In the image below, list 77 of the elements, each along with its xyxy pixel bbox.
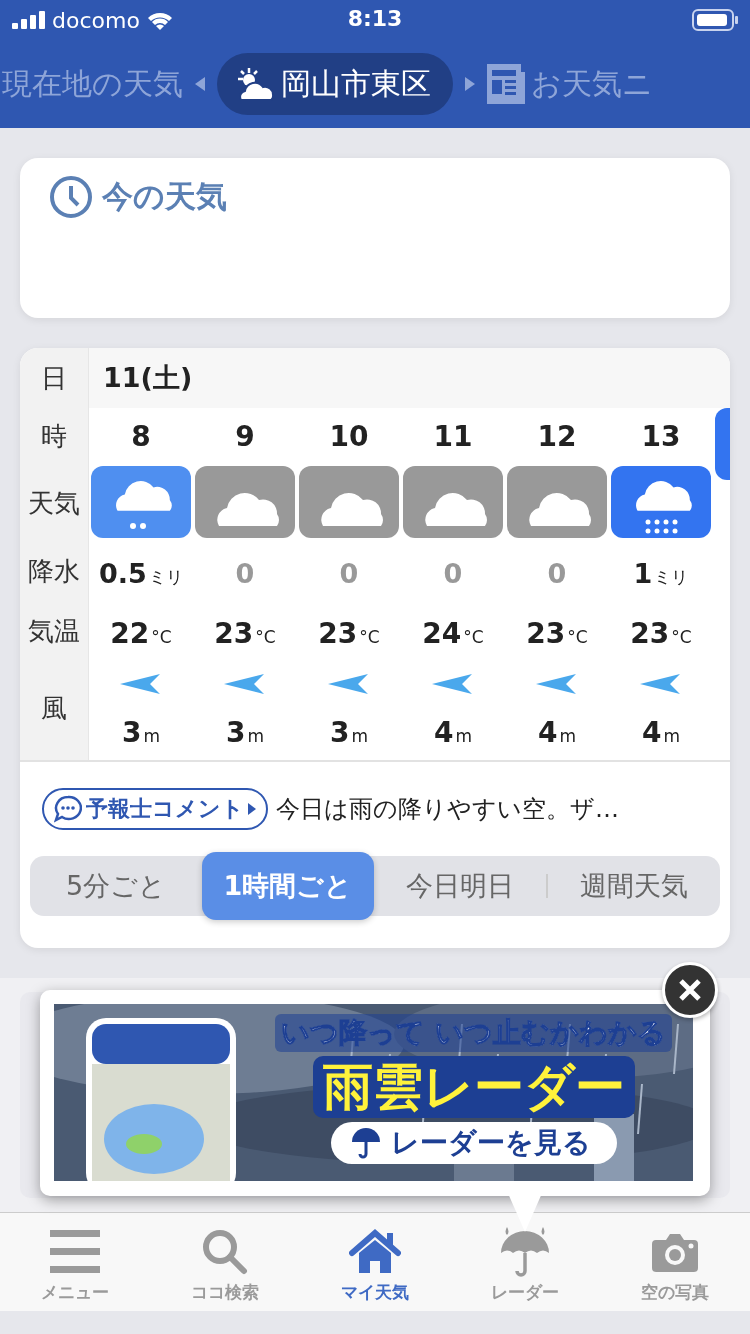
temperature: 23°C	[318, 615, 380, 652]
signal-icon	[12, 11, 46, 29]
ad-title: 雨雲レーダー	[312, 1056, 635, 1118]
camera-icon	[652, 1232, 698, 1272]
view-radar-button[interactable]: レーダーを見る	[330, 1122, 617, 1164]
wind-arrow-icon	[120, 673, 162, 695]
nav-tab[interactable]: レーダー	[450, 1213, 600, 1311]
hour: 11	[433, 418, 473, 455]
clock-icon	[50, 176, 92, 218]
umbrella-icon	[499, 1227, 551, 1277]
wind-arrow-icon	[432, 673, 474, 695]
cloud-icon	[299, 466, 399, 538]
precipitation: 1 ミリ	[633, 556, 689, 591]
forecast-comment: 今日は雨の降りやすい空。ザ…	[276, 794, 619, 825]
mode-tab[interactable]: 5分ごと	[30, 856, 202, 916]
temperature: 23°C	[214, 615, 276, 652]
wind-speed: 3 m	[329, 714, 368, 751]
wind-speed: 3 m	[225, 714, 264, 751]
hour: 13	[641, 418, 681, 455]
nav-tab[interactable]: ココ検索	[150, 1213, 300, 1311]
precipitation: 0	[443, 556, 463, 591]
hour: 9	[235, 418, 255, 455]
nav-tab[interactable]: 空の写真	[600, 1213, 750, 1311]
forecaster-comment-button[interactable]: 予報士コメント	[42, 788, 268, 830]
location-tab[interactable]: お天気ニ	[487, 53, 653, 115]
search-icon	[202, 1229, 248, 1275]
close-button[interactable]	[662, 962, 718, 1018]
precipitation: 0	[547, 556, 567, 591]
forecast-date: 11(土)	[103, 361, 193, 395]
row-label: 日	[40, 361, 68, 395]
precipitation: 0	[339, 556, 359, 591]
clock-time: 8:13	[347, 6, 403, 31]
sun-cloud-icon	[235, 66, 275, 102]
close-icon	[678, 978, 702, 1002]
precipitation: 0.5 ミリ	[99, 556, 183, 591]
row-label: 降水	[27, 554, 81, 588]
menu-icon	[50, 1230, 100, 1274]
caret-icon	[248, 803, 256, 815]
mode-tab[interactable]: 1時間ごと	[202, 852, 374, 920]
wind-arrow-icon	[640, 673, 682, 695]
row-label: 時	[40, 419, 68, 453]
cloud-icon	[195, 466, 295, 538]
location-tab[interactable]: 現在地の天気	[2, 53, 183, 115]
battery-icon	[692, 9, 738, 31]
nav-tab[interactable]: メニュー	[0, 1213, 150, 1311]
wind-arrow-icon	[536, 673, 578, 695]
wind-speed: 4 m	[433, 714, 472, 751]
hour: 10	[329, 418, 369, 455]
card-title: 今の天気	[102, 177, 227, 216]
row-label: 天気	[27, 486, 81, 520]
carrier-name: docomo	[52, 7, 140, 33]
temperature: 24°C	[422, 615, 484, 652]
mode-tab[interactable]: 週間天気	[548, 856, 720, 916]
temperature: 23°C	[526, 615, 588, 652]
home-icon	[349, 1229, 401, 1275]
speech-bubble-icon	[54, 795, 82, 823]
wind-speed: 3 m	[121, 714, 160, 751]
temperature: 22°C	[110, 615, 172, 652]
left-arrow-icon[interactable]	[195, 77, 205, 91]
wind-arrow-icon	[224, 673, 266, 695]
cloud-icon	[507, 466, 607, 538]
mode-tab[interactable]: 今日明日	[374, 856, 546, 916]
wind-speed: 4 m	[641, 714, 680, 751]
wind-speed: 4 m	[537, 714, 576, 751]
nav-tab[interactable]: マイ天気	[300, 1213, 450, 1311]
temperature: 23°C	[630, 615, 692, 652]
hour: 8	[131, 418, 151, 455]
location-tab[interactable]: 岡山市東区	[217, 53, 453, 115]
right-arrow-icon[interactable]	[465, 77, 475, 91]
row-label: 風	[40, 692, 68, 725]
newspaper-icon	[487, 64, 525, 104]
precipitation: 0	[235, 556, 255, 591]
cloud-icon	[403, 466, 503, 538]
umbrella-icon	[350, 1126, 381, 1160]
hour: 12	[537, 418, 577, 455]
wind-arrow-icon	[328, 673, 370, 695]
row-label: 気温	[27, 614, 81, 648]
